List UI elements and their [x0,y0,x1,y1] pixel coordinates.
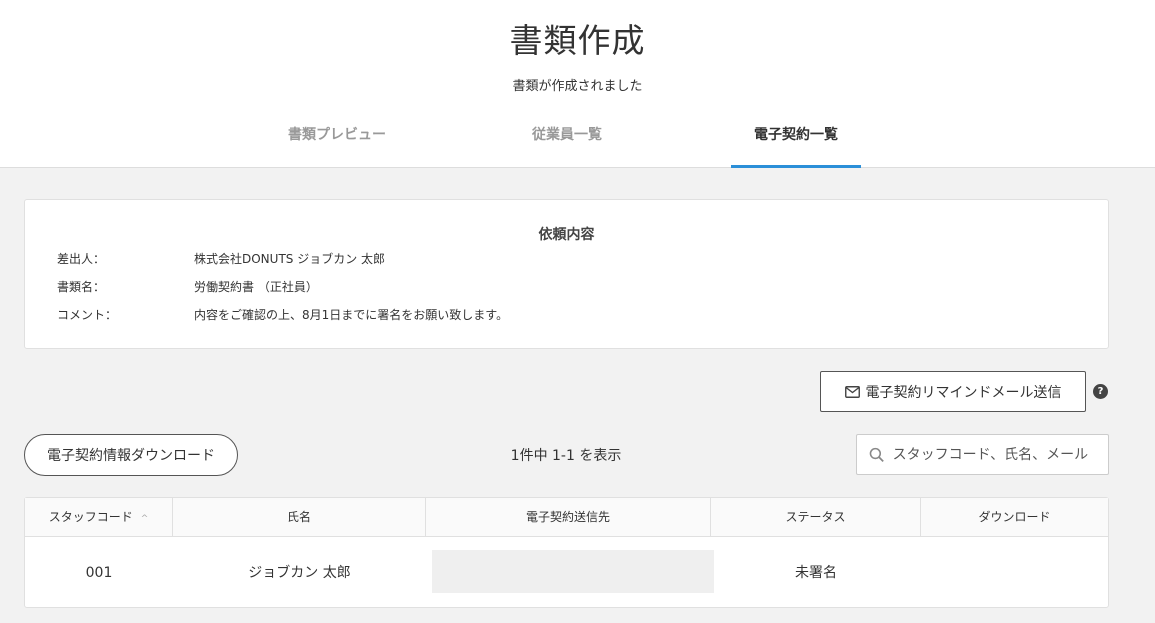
active-tab-indicator [731,165,861,168]
tab-e-contract-list[interactable]: 電子契約一覧 [731,124,861,168]
sender-label: 差出人： [57,252,106,266]
document-name-value: 労働契約書 （正社員） [194,280,318,294]
tab-label: 電子契約一覧 [754,127,838,143]
column-header-label: 氏名 [286,510,311,524]
staff-code-cell: 001 [85,565,113,581]
comment-row: コメント： 内容をご確認の上、8月1日までに署名をお願い致します。 [57,306,508,323]
status-cell: 未署名 [795,565,837,581]
column-header-status: ステータス [711,498,921,537]
download-cell [921,538,1108,609]
column-header-label: ダウンロード [978,510,1051,524]
e-contract-table: スタッフコード ^ 氏名 電子契約送信先 ステータス ダウンロード 001 ジョブ… [24,497,1109,608]
mail-icon [844,385,860,398]
request-details-panel: 依頼内容 差出人： 株式会社DONUTS ジョブカン 太郎 書類名： 労働契約書 （… [24,199,1109,349]
comment-label: コメント： [57,308,118,322]
document-name-row: 書類名： 労働契約書 （正社員） [57,278,318,295]
document-name-label: 書類名： [57,280,106,294]
comment-value: 内容をご確認の上、8月1日までに署名をお願い致します。 [194,308,509,322]
sender-row: 差出人： 株式会社DONUTS ジョブカン 太郎 [57,250,385,267]
name-cell: ジョブカン 太郎 [248,565,351,581]
column-header-label: 電子契約送信先 [525,510,610,524]
page-title: 書類作成 [509,21,646,60]
table-header: スタッフコード ^ 氏名 電子契約送信先 ステータス ダウンロード [25,498,1108,537]
column-header-destination: 電子契約送信先 [426,498,711,537]
search-input[interactable] [892,446,1108,463]
tab-employee-list[interactable]: 従業員一覧 [492,124,642,168]
tab-document-preview[interactable]: 書類プレビュー [262,124,412,168]
help-icon[interactable]: ? [1093,384,1108,399]
column-header-staff-code[interactable]: スタッフコード ^ [25,498,173,537]
column-header-label: スタッフコード [48,510,133,524]
send-reminder-email-button[interactable]: 電子契約リマインドメール送信 [820,371,1086,412]
request-details-heading: 依頼内容 [538,227,595,243]
page-header: 書類作成 書類が作成されました 書類プレビュー 従業員一覧 電子契約一覧 [0,0,1155,168]
tab-label: 書類プレビュー [288,127,386,143]
search-box [856,434,1109,475]
redacted-destination-cell [432,550,714,593]
column-header-label: ステータス [785,510,846,524]
search-icon [869,447,884,462]
send-reminder-email-label: 電子契約リマインドメール送信 [865,384,1062,401]
sort-icon: ^ [140,514,149,524]
tab-label: 従業員一覧 [532,127,602,143]
page-subtitle: 書類が作成されました [512,79,643,94]
sender-value: 株式会社DONUTS ジョブカン 太郎 [194,252,386,266]
column-header-download: ダウンロード [921,498,1108,537]
column-header-name: 氏名 [173,498,426,537]
